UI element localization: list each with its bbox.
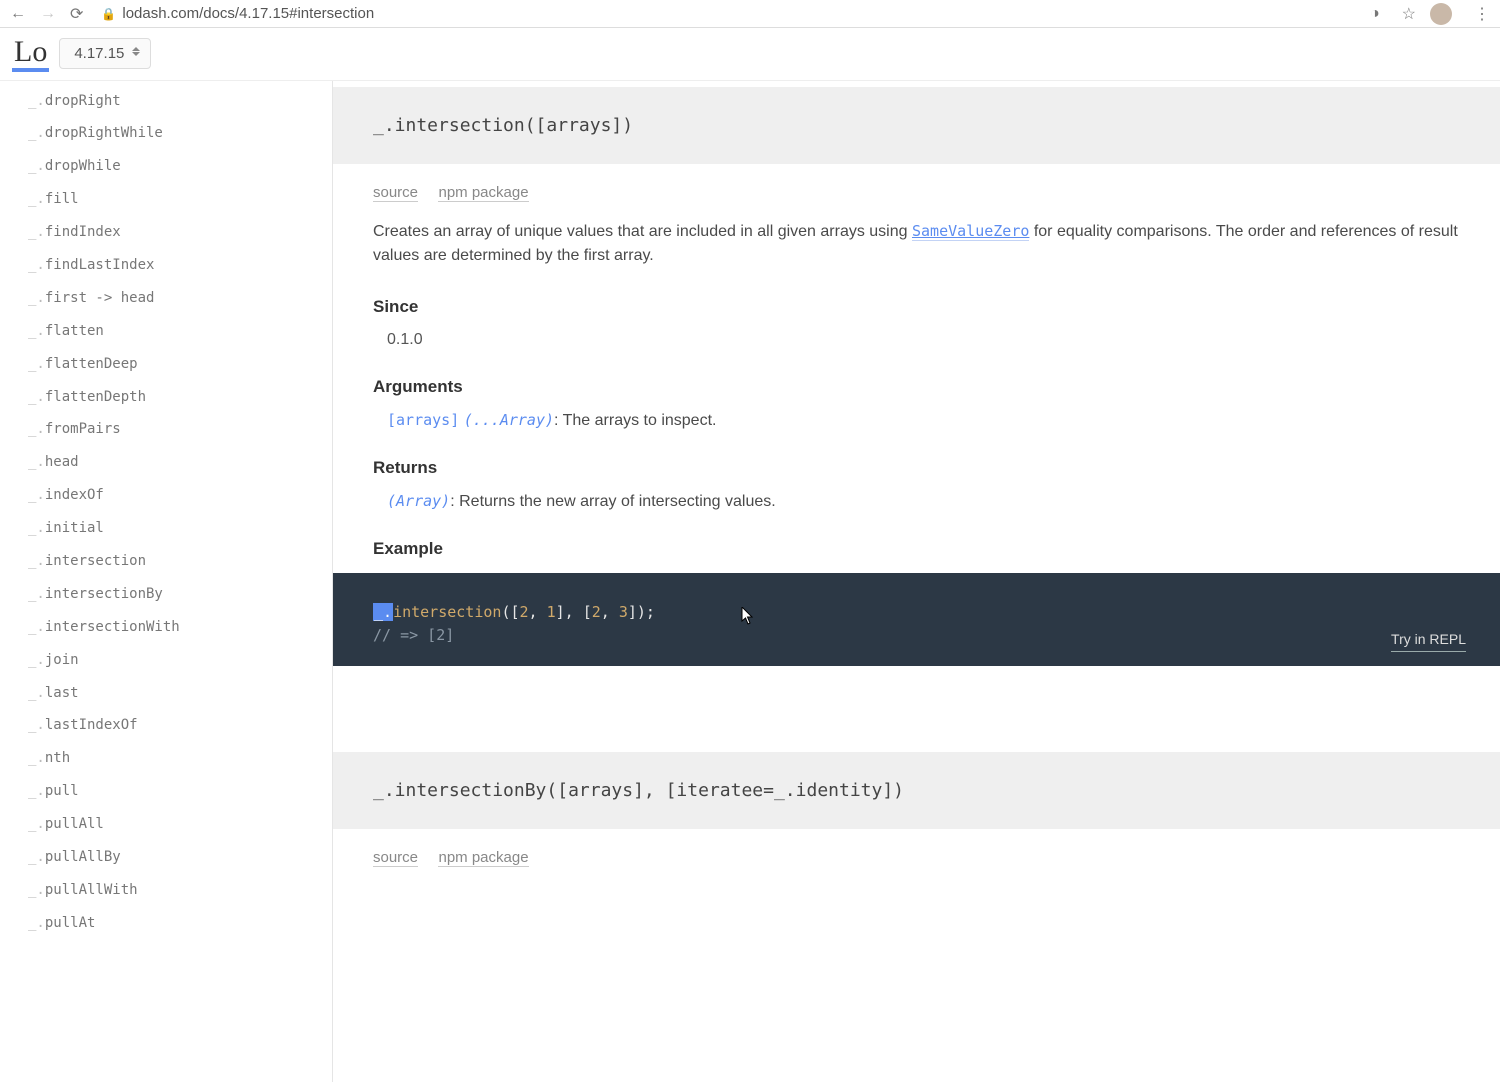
sidebar-item-initial[interactable]: _.initial bbox=[0, 512, 332, 545]
sidebar-item-dropright[interactable]: _.dropRight bbox=[0, 85, 332, 118]
sidebar-item-pullallwith[interactable]: _.pullAllWith bbox=[0, 874, 332, 907]
url-text: lodash.com/docs/4.17.15#intersection bbox=[122, 5, 374, 22]
avatar[interactable] bbox=[1430, 3, 1452, 25]
version-value: 4.17.15 bbox=[74, 45, 124, 62]
example-heading: Example bbox=[373, 539, 1460, 559]
sidebar-item-nth[interactable]: _.nth bbox=[0, 742, 332, 775]
browser-bar: ← → ⟳ 🔒 lodash.com/docs/4.17.15#intersec… bbox=[0, 0, 1500, 28]
sidebar-item-last[interactable]: _.last bbox=[0, 677, 332, 710]
sidebar-item-pull[interactable]: _.pull bbox=[0, 775, 332, 808]
main-content: _.intersection([arrays]) source npm pack… bbox=[333, 81, 1500, 1082]
back-icon[interactable]: ← bbox=[10, 5, 26, 23]
doc-links: source npm package bbox=[373, 184, 1460, 202]
app-header: Lo 4.17.15 bbox=[0, 28, 1500, 81]
code-example: _.intersection([2, 1], [2, 3]); // => [2… bbox=[333, 573, 1500, 666]
sidebar-item-intersectionby[interactable]: _.intersectionBy bbox=[0, 578, 332, 611]
sidebar-item-head[interactable]: _.head bbox=[0, 446, 332, 479]
sidebar-item-fill[interactable]: _.fill bbox=[0, 183, 332, 216]
lock-icon: 🔒 bbox=[101, 7, 116, 21]
kebab-menu-icon[interactable]: ⋮ bbox=[1474, 4, 1490, 24]
sidebar-item-intersectionwith[interactable]: _.intersectionWith bbox=[0, 611, 332, 644]
forward-icon[interactable]: → bbox=[40, 5, 56, 23]
sidebar-item-lastindexof[interactable]: _.lastIndexOf bbox=[0, 709, 332, 742]
sidebar-item-join[interactable]: _.join bbox=[0, 644, 332, 677]
sidebar-item-intersection[interactable]: _.intersection bbox=[0, 545, 332, 578]
return-item: (Array): Returns the new array of inters… bbox=[387, 492, 1460, 511]
sidebar-item-pullat[interactable]: _.pullAt bbox=[0, 907, 332, 940]
next-function-signature: _.intersectionBy([arrays], [iteratee=_.i… bbox=[333, 752, 1500, 829]
info-icon[interactable]: ◑ bbox=[1370, 5, 1380, 23]
reload-icon[interactable]: ⟳ bbox=[70, 4, 83, 24]
url-bar[interactable]: 🔒 lodash.com/docs/4.17.15#intersection bbox=[101, 5, 374, 22]
sidebar[interactable]: _.dropRight_.dropRightWhile_.dropWhile_.… bbox=[0, 81, 333, 1082]
npm-link[interactable]: npm package bbox=[438, 184, 528, 202]
sidebar-item-findindex[interactable]: _.findIndex bbox=[0, 216, 332, 249]
next-source-link[interactable]: source bbox=[373, 849, 418, 867]
sidebar-item-first-head[interactable]: _.first -> head bbox=[0, 282, 332, 315]
sidebar-item-findlastindex[interactable]: _.findLastIndex bbox=[0, 249, 332, 282]
sidebar-item-pullallby[interactable]: _.pullAllBy bbox=[0, 841, 332, 874]
function-signature: _.intersection([arrays]) bbox=[333, 87, 1500, 164]
arguments-heading: Arguments bbox=[373, 377, 1460, 397]
star-icon[interactable]: ☆ bbox=[1402, 4, 1416, 24]
description: Creates an array of unique values that a… bbox=[373, 220, 1460, 270]
since-heading: Since bbox=[373, 297, 1460, 317]
sidebar-item-pullall[interactable]: _.pullAll bbox=[0, 808, 332, 841]
since-value: 0.1.0 bbox=[387, 331, 1460, 349]
next-npm-link[interactable]: npm package bbox=[438, 849, 528, 867]
sidebar-item-flattendepth[interactable]: _.flattenDepth bbox=[0, 381, 332, 414]
sidebar-item-flattendeep[interactable]: _.flattenDeep bbox=[0, 348, 332, 381]
sidebar-item-dropwhile[interactable]: _.dropWhile bbox=[0, 150, 332, 183]
sidebar-item-droprightwhile[interactable]: _.dropRightWhile bbox=[0, 117, 332, 150]
sidebar-item-indexof[interactable]: _.indexOf bbox=[0, 479, 332, 512]
next-doc-links: source npm package bbox=[373, 849, 1460, 867]
code-selection: _. bbox=[373, 603, 393, 621]
version-select[interactable]: 4.17.15 bbox=[59, 38, 151, 69]
argument-item: [arrays] (...Array): The arrays to inspe… bbox=[387, 411, 1460, 430]
returns-heading: Returns bbox=[373, 458, 1460, 478]
try-repl-button[interactable]: Try in REPL bbox=[1391, 629, 1466, 652]
samevaluezero-link[interactable]: SameValueZero bbox=[912, 222, 1029, 241]
sidebar-item-frompairs[interactable]: _.fromPairs bbox=[0, 413, 332, 446]
sidebar-item-flatten[interactable]: _.flatten bbox=[0, 315, 332, 348]
logo[interactable]: Lo bbox=[12, 36, 49, 72]
source-link[interactable]: source bbox=[373, 184, 418, 202]
